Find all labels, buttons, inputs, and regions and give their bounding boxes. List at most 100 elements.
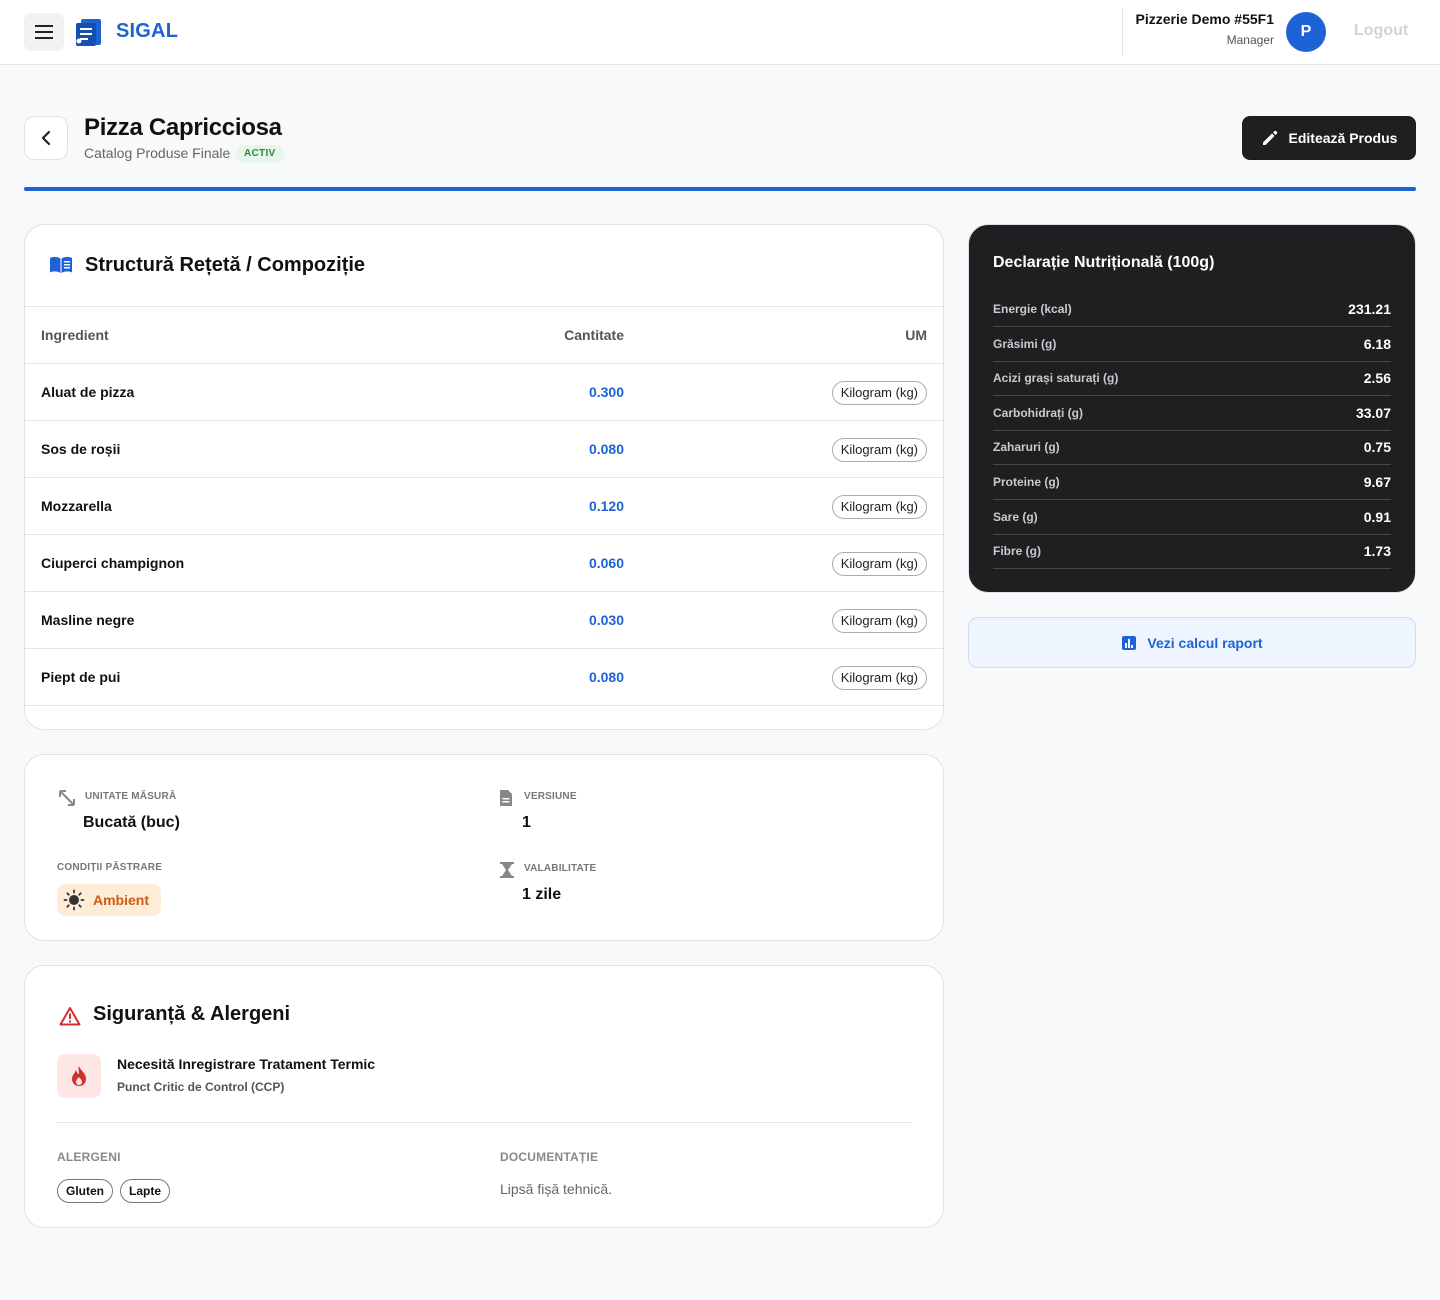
nutrition-card: Declarație Nutrițională (100g) Energie (… — [968, 224, 1416, 593]
table-header: Ingredient Cantitate UM — [25, 307, 943, 364]
validity-value: 1 zile — [522, 886, 562, 903]
menu-icon — [35, 25, 53, 39]
top-divider — [1122, 8, 1123, 56]
documentation-value: Lipsă fișă tehnică. — [500, 1181, 613, 1197]
nutrition-title: Declarație Nutrițională (100g) — [993, 254, 1215, 271]
recipe-card: Structură Rețetă / Compoziție Ingredient… — [24, 224, 944, 730]
nutrient-value: 1.73 — [1363, 543, 1391, 559]
ingredient-quantity: 0.060 — [588, 555, 624, 571]
nutrition-row: Fibre (g) 1.73 — [993, 534, 1391, 569]
ingredient-unit: Kilogram (kg) — [831, 495, 927, 519]
edit-product-button[interactable]: Editează Produs — [1242, 116, 1416, 160]
nutrient-value: 33.07 — [1355, 405, 1391, 421]
menu-button[interactable] — [24, 13, 64, 51]
nutrition-row: Zaharuri (g) 0.75 — [993, 430, 1391, 465]
brand-name[interactable]: SIGAL — [116, 20, 178, 43]
nutrient-value: 6.18 — [1363, 336, 1391, 352]
column-ingredient: Ingredient — [41, 327, 109, 343]
hourglass-icon — [500, 862, 514, 878]
nutrition-row: Proteine (g) 9.67 — [993, 465, 1391, 500]
nutrient-value: 9.67 — [1363, 474, 1391, 490]
nutrient-label: Proteine (g) — [993, 475, 1060, 489]
allergens-label: ALERGENI — [57, 1150, 121, 1164]
storage-label: CONDIȚII PĂSTRARE — [57, 862, 163, 873]
nutrient-label: Energie (kcal) — [993, 302, 1072, 316]
ingredient-quantity: 0.300 — [588, 384, 624, 400]
page-title: Pizza Capricciosa — [84, 114, 282, 141]
table-row: Ciuperci champignon 0.060 Kilogram (kg) — [25, 535, 943, 592]
ingredient-quantity: 0.080 — [588, 669, 624, 685]
ingredient-unit: Kilogram (kg) — [831, 381, 927, 405]
logout-button[interactable]: Logout — [1354, 22, 1408, 40]
nutrient-label: Zaharuri (g) — [993, 440, 1060, 454]
back-button[interactable] — [24, 116, 68, 160]
catalog-name: Catalog Produse Finale — [84, 145, 231, 161]
ingredient-name: Masline negre — [41, 612, 135, 628]
storage-value: Ambient — [93, 892, 149, 908]
fire-icon — [72, 1066, 86, 1086]
nutrition-row: Energie (kcal) 231.21 — [993, 292, 1391, 327]
tenant-name: Pizzerie Demo #55F1 — [1135, 11, 1274, 27]
resize-icon — [59, 790, 75, 806]
table-row: Piept de pui 0.080 Kilogram (kg) — [25, 649, 943, 706]
ingredient-name: Aluat de pizza — [41, 384, 135, 400]
nutrition-row: Acizi grași saturați (g) 2.56 — [993, 361, 1391, 396]
user-role: Manager — [1226, 33, 1274, 47]
sun-icon — [63, 889, 85, 911]
view-report-label: Vezi calcul raport — [1147, 634, 1263, 651]
safety-title: Siguranță & Alergeni — [93, 1003, 291, 1025]
table-row: Sos de roșii 0.080 Kilogram (kg) — [25, 421, 943, 478]
chevron-left-icon — [41, 130, 51, 146]
recipe-card-header: Structură Rețetă / Compoziție — [25, 225, 943, 307]
product-info-card: UNITATE MĂSURĂ Bucată (buc) VERSIUNE 1 C… — [24, 754, 944, 941]
nutrient-label: Carbohidrați (g) — [993, 406, 1083, 420]
unit-value: Bucată (buc) — [83, 814, 180, 831]
allergen-tag: Lapte — [120, 1179, 171, 1203]
nutrient-value: 0.75 — [1363, 439, 1391, 455]
ccp-subtitle: Punct Critic de Control (CCP) — [117, 1080, 285, 1094]
warning-icon — [59, 1007, 81, 1026]
validity-label: VALABILITATE — [524, 863, 597, 874]
column-unit: UM — [905, 327, 927, 343]
top-bar: SIGAL Pizzerie Demo #55F1 Manager P Logo… — [0, 0, 1440, 65]
column-quantity: Cantitate — [564, 327, 624, 343]
documentation-label: DOCUMENTAȚIE — [500, 1150, 599, 1164]
document-icon — [500, 790, 512, 806]
table-row: Masline negre 0.030 Kilogram (kg) — [25, 592, 943, 649]
view-report-button[interactable]: Vezi calcul raport — [968, 617, 1416, 668]
table-row: Mozzarella 0.120 Kilogram (kg) — [25, 478, 943, 535]
header-accent-line — [24, 187, 1416, 191]
avatar[interactable]: P — [1286, 12, 1326, 52]
ingredient-unit: Kilogram (kg) — [831, 438, 927, 462]
ingredient-quantity: 0.030 — [588, 612, 624, 628]
allergen-tag: Gluten — [57, 1179, 113, 1203]
nutrient-value: 231.21 — [1348, 301, 1391, 317]
nutrition-row: Carbohidrați (g) 33.07 — [993, 396, 1391, 431]
nutrient-value: 2.56 — [1363, 370, 1391, 386]
ccp-title: Necesită Inregistrare Tratament Termic — [117, 1056, 376, 1072]
ingredient-name: Sos de roșii — [41, 441, 121, 457]
version-label: VERSIUNE — [524, 791, 577, 802]
nutrient-label: Acizi grași saturați (g) — [993, 371, 1119, 385]
table-row: Aluat de pizza 0.300 Kilogram (kg) — [25, 364, 943, 421]
safety-card: Siguranță & Alergeni Necesită Inregistra… — [24, 965, 944, 1228]
ingredient-unit: Kilogram (kg) — [831, 666, 927, 690]
book-icon — [50, 256, 72, 273]
status-badge: ACTIV — [236, 145, 284, 163]
ingredient-unit: Kilogram (kg) — [831, 552, 927, 576]
version-value: 1 — [522, 814, 531, 831]
storage-badge: Ambient — [57, 884, 161, 916]
ingredient-name: Ciuperci champignon — [41, 555, 185, 571]
brand-logo-icon — [76, 19, 101, 46]
pencil-icon — [1262, 130, 1277, 145]
bar-chart-icon — [1122, 635, 1137, 650]
ingredient-unit: Kilogram (kg) — [831, 609, 927, 633]
ingredient-quantity: 0.120 — [588, 498, 624, 514]
nutrition-row: Grăsimi (g) 6.18 — [993, 327, 1391, 362]
ccp-icon-box — [57, 1054, 101, 1098]
nutrient-label: Fibre (g) — [993, 544, 1041, 558]
edit-product-label: Editează Produs — [1288, 130, 1398, 146]
nutrient-value: 0.91 — [1363, 509, 1391, 525]
ingredient-name: Piept de pui — [41, 669, 121, 685]
ingredient-name: Mozzarella — [41, 498, 112, 514]
